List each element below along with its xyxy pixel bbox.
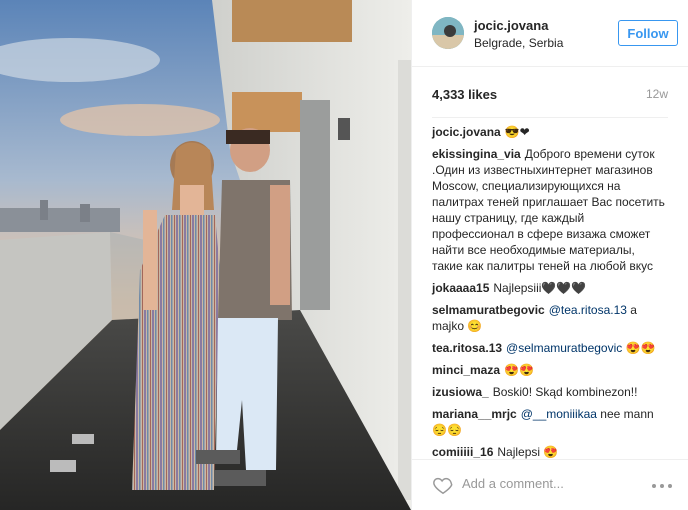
username-link[interactable]: jocic.jovana — [474, 18, 548, 33]
comment-username[interactable]: mariana__mrjc — [432, 407, 517, 421]
post-age[interactable]: 12w — [646, 87, 668, 101]
comment-item: selmamuratbegovic @tea.ritosa.13 a majko … — [432, 302, 668, 334]
comments-list: jocic.jovana 😎❤ ekissingina_via Доброго вр… — [412, 118, 688, 464]
comment-item: mariana__mrjc @__moniiikaa nee mann 😔😔 — [432, 406, 668, 438]
comment-item: jokaaaa15 Najlepsiii🖤🖤🖤 — [432, 280, 668, 296]
heart-icon[interactable] — [432, 474, 454, 496]
comment-username[interactable]: jokaaaa15 — [432, 281, 489, 295]
comment-username[interactable]: minci_maza — [432, 363, 500, 377]
comment-text: 😍😍 — [625, 341, 656, 355]
comment-text: Najlepsiii🖤🖤🖤 — [493, 281, 587, 295]
post-stats: 4,333 likes 12w — [432, 67, 668, 118]
more-options-icon[interactable] — [650, 478, 674, 488]
comment-text: Доброго времени суток .Один из известных… — [432, 147, 665, 273]
comment-text: Boski0! Skąd kombinezon!! — [492, 385, 638, 399]
instagram-post: jocic.jovana Belgrade, Serbia Follow 4,3… — [0, 0, 688, 510]
comment-text: 😍😍 — [504, 363, 534, 377]
add-comment-input[interactable]: Add a comment... — [462, 476, 564, 491]
post-photo[interactable] — [0, 0, 411, 510]
avatar[interactable] — [432, 17, 464, 49]
comment-text: Najlepsi 😍 — [497, 445, 559, 459]
comment-username[interactable]: selmamuratbegovic — [432, 303, 545, 317]
comment-item: tea.ritosa.13 @selmamuratbegovic 😍😍 — [432, 340, 668, 356]
location-link[interactable]: Belgrade, Serbia — [474, 36, 563, 50]
post-header: jocic.jovana Belgrade, Serbia Follow — [412, 0, 688, 67]
comment-username[interactable]: tea.ritosa.13 — [432, 341, 502, 355]
comment-item: izusiowa_ Boski0! Skąd kombinezon!! — [432, 384, 668, 400]
caption: jocic.jovana 😎❤ — [432, 124, 668, 140]
caption-text: 😎❤ — [504, 125, 530, 139]
comment-username[interactable]: izusiowa_ — [432, 385, 489, 399]
comment-item: comiiiii_16 Najlepsi 😍 — [432, 444, 668, 460]
likes-count[interactable]: 4,333 likes — [432, 87, 497, 102]
comment-item: ekissingina_via Доброго времени суток .Од… — [432, 146, 668, 274]
comment-mention[interactable]: @tea.ritosa.13 — [549, 303, 627, 317]
caption-username[interactable]: jocic.jovana — [432, 125, 501, 139]
comment-mention[interactable]: @selmamuratbegovic — [506, 341, 622, 355]
comment-composer: Add a comment... — [412, 459, 688, 510]
comment-item: minci_maza 😍😍 — [432, 362, 668, 378]
comment-username[interactable]: comiiiii_16 — [432, 445, 493, 459]
comment-mention[interactable]: @__moniiikaa — [521, 407, 597, 421]
post-sidebar: jocic.jovana Belgrade, Serbia Follow 4,3… — [411, 0, 688, 510]
comment-username[interactable]: ekissingina_via — [432, 147, 521, 161]
follow-button[interactable]: Follow — [618, 20, 678, 46]
